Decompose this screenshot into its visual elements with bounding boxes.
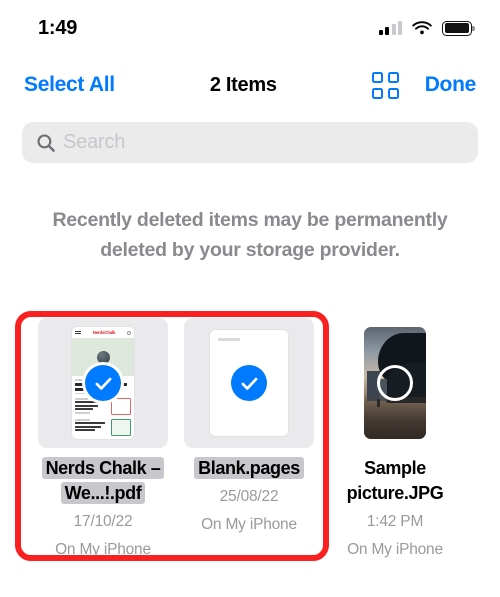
file-name: Sample picture.JPG — [346, 458, 444, 503]
file-tile-pages[interactable]: Blank.pages 25/08/22 On My iPhone — [176, 318, 322, 562]
cellular-signal-icon — [378, 20, 402, 35]
status-bar-time: 1:49 — [38, 16, 78, 39]
file-date: 1:42 PM — [366, 513, 424, 530]
recently-deleted-notice: Recently deleted items may be permanentl… — [52, 209, 448, 261]
grid-view-icon[interactable] — [371, 71, 399, 99]
file-name: Nerds Chalk – We...!.pdf — [33, 456, 173, 506]
file-thumbnail[interactable] — [330, 318, 460, 448]
select-all-button[interactable]: Select All — [24, 73, 115, 97]
checkmark-circle-filled-icon[interactable] — [85, 365, 121, 401]
file-location: On My iPhone — [347, 541, 443, 558]
search-icon — [37, 133, 55, 152]
file-location: On My iPhone — [55, 541, 151, 558]
file-grid: NerdsChalk Nerds Chalk – We...!.pdf 17/1… — [0, 318, 500, 562]
search-placeholder: Search — [63, 131, 126, 153]
selection-circle-empty-icon[interactable] — [377, 365, 413, 401]
status-bar: 1:49 — [0, 0, 500, 56]
file-tile-pdf[interactable]: NerdsChalk Nerds Chalk – We...!.pdf 17/1… — [30, 318, 176, 562]
file-date: 17/10/22 — [73, 513, 133, 530]
battery-full-icon — [442, 20, 475, 36]
file-location: On My iPhone — [201, 516, 297, 533]
checkmark-circle-filled-icon[interactable] — [231, 365, 267, 401]
file-tile-photo[interactable]: Sample picture.JPG 1:42 PM On My iPhone — [322, 318, 468, 562]
file-name: Blank.pages — [194, 456, 304, 481]
status-bar-indicators — [378, 20, 475, 36]
navigation-bar: Select All 2 Items Done — [0, 62, 500, 108]
wifi-icon — [412, 21, 432, 35]
file-thumbnail[interactable]: NerdsChalk — [38, 318, 168, 448]
file-date: 25/08/22 — [219, 488, 279, 505]
search-input[interactable]: Search — [22, 122, 478, 163]
file-thumbnail[interactable] — [184, 318, 314, 448]
preview-site-logo: NerdsChalk — [92, 330, 116, 335]
done-button[interactable]: Done — [425, 73, 477, 97]
page-title: 2 Items — [209, 73, 277, 96]
files-app-screen: 1:49 Select All 2 Items Done Search Rece… — [0, 0, 500, 597]
